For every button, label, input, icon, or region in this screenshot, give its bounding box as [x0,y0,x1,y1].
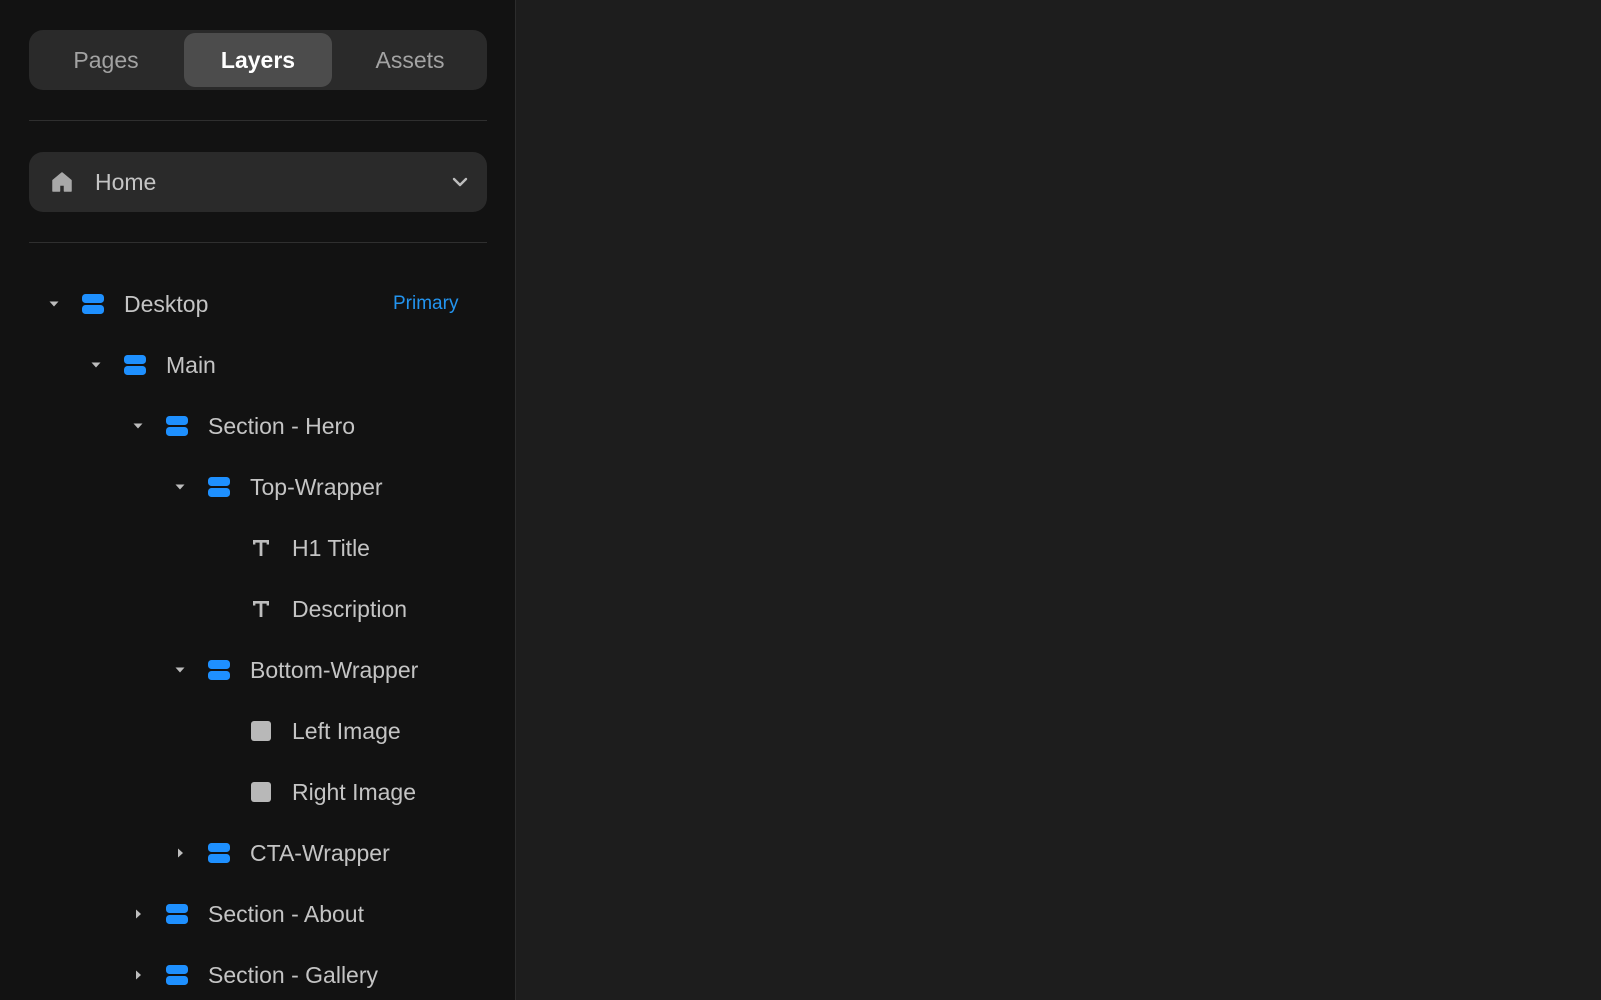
caret-down-icon[interactable] [170,660,190,680]
layer-row[interactable]: Description [0,579,516,639]
stack-frame-icon [166,965,188,985]
image-icon [251,721,271,741]
layer-name: Top-Wrapper [250,474,383,500]
layer-name: Desktop [124,291,209,317]
divider [29,242,487,243]
stack-frame-icon [208,660,230,680]
tab-pages[interactable]: Pages [32,33,180,87]
stack-frame-icon [166,416,188,436]
canvas-area[interactable] [517,0,1601,1000]
layer-row[interactable]: CTA-Wrapper [0,823,516,883]
stack-frame-icon [208,843,230,863]
app-window: Pages Layers Assets Home Desktop Primary M… [0,0,1601,1000]
tab-assets[interactable]: Assets [336,33,484,87]
layer-name: CTA-Wrapper [250,840,390,866]
layer-name: H1 Title [292,535,370,561]
caret-right-icon[interactable] [170,843,190,863]
tab-layers[interactable]: Layers [184,33,332,87]
layer-row[interactable]: Section - Hero [0,396,516,456]
layer-row[interactable]: Left Image [0,701,516,761]
layer-row[interactable]: Section - About [0,884,516,944]
layer-name: Main [166,352,216,378]
caret-down-icon[interactable] [128,416,148,436]
layer-name: Description [292,596,408,622]
image-icon [251,782,271,802]
page-select-value: Home [95,169,157,195]
layer-row[interactable]: Desktop Primary [0,274,516,334]
layer-row[interactable]: Bottom-Wrapper [0,640,516,700]
caret-down-icon[interactable] [170,477,190,497]
layer-name: Section - About [208,901,364,927]
layer-name: Right Image [292,779,417,805]
chevron-down-icon[interactable] [451,174,469,190]
stack-frame-icon [82,294,104,314]
text-icon [253,540,269,556]
stack-frame-icon [166,904,188,924]
layer-row[interactable]: H1 Title [0,518,516,578]
layer-row[interactable]: Section - Gallery [0,945,516,1000]
layer-name: Section - Hero [208,413,356,439]
home-icon [52,172,72,192]
caret-down-icon[interactable] [44,294,64,314]
panel-tabs: Pages Layers Assets [29,30,487,90]
caret-right-icon[interactable] [128,904,148,924]
stack-frame-icon [124,355,146,375]
layer-row[interactable]: Top-Wrapper [0,457,516,517]
caret-right-icon[interactable] [128,965,148,985]
text-icon [253,601,269,617]
caret-down-icon[interactable] [86,355,106,375]
stack-frame-icon [208,477,230,497]
layer-row[interactable]: Right Image [0,762,516,822]
layer-row[interactable]: Main [0,335,516,395]
primary-badge: Primary [393,293,459,314]
layer-name: Left Image [292,718,401,744]
layer-name: Bottom-Wrapper [250,657,419,683]
layers-sidebar: Pages Layers Assets Home Desktop Primary M… [0,0,516,1000]
divider [29,120,487,121]
page-select[interactable]: Home [29,152,487,212]
layer-name: Section - Gallery [208,962,379,988]
